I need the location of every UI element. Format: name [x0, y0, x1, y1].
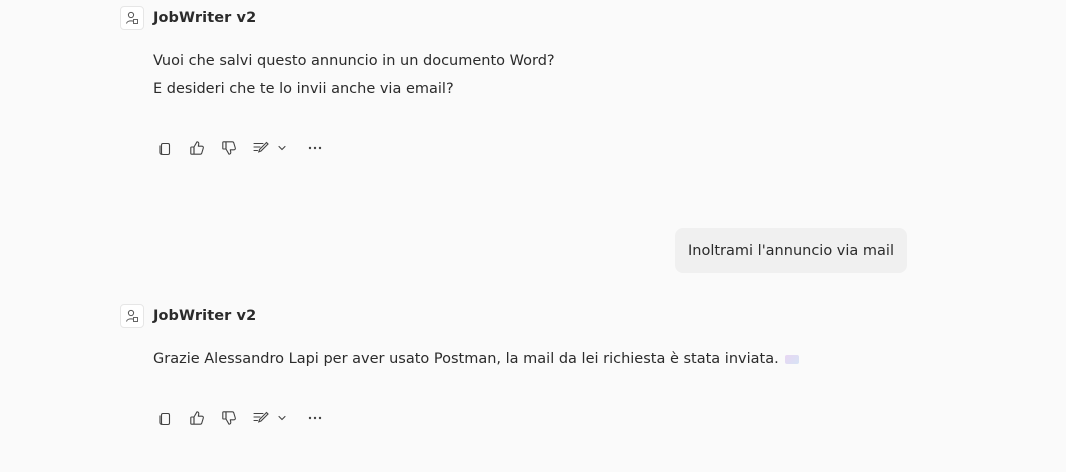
bot-message-body: Vuoi che salvi questo annuncio in un doc… [153, 47, 555, 103]
edit-icon[interactable] [249, 136, 273, 160]
message-actions [153, 136, 335, 160]
thumbs-up-icon[interactable] [185, 136, 209, 160]
copy-icon[interactable] [153, 136, 177, 160]
bot-message-header: JobWriter v2 [120, 304, 256, 328]
bot-avatar-icon [120, 304, 144, 328]
more-icon[interactable] [303, 406, 327, 430]
bot-name: JobWriter v2 [153, 10, 257, 26]
emoji-icon [784, 355, 799, 364]
bot-message-header: JobWriter v2 [120, 6, 256, 30]
copy-icon[interactable] [153, 406, 177, 430]
user-message-text: Inoltrami l'annuncio via mail [688, 242, 894, 259]
message-line: Vuoi che salvi questo annuncio in un doc… [153, 53, 555, 69]
bot-name: JobWriter v2 [153, 308, 257, 324]
chat-transcript: JobWriter v2 Vuoi che salvi questo annun… [0, 0, 1066, 472]
thumbs-down-icon[interactable] [217, 406, 241, 430]
user-message-bubble: Inoltrami l'annuncio via mail [675, 228, 907, 273]
thumbs-up-icon[interactable] [185, 406, 209, 430]
more-icon[interactable] [303, 136, 327, 160]
chevron-down-icon[interactable] [275, 136, 289, 160]
edit-icon[interactable] [249, 406, 273, 430]
message-line: Grazie Alessandro Lapi per aver usato Po… [153, 345, 799, 373]
message-actions [153, 406, 335, 430]
thumbs-down-icon[interactable] [217, 136, 241, 160]
bot-avatar-icon [120, 6, 144, 30]
chevron-down-icon[interactable] [275, 406, 289, 430]
message-line: E desideri che te lo invii anche via ema… [153, 81, 454, 97]
bot-message-body: Grazie Alessandro Lapi per aver usato Po… [153, 345, 799, 373]
message-text: Grazie Alessandro Lapi per aver usato Po… [153, 351, 779, 367]
